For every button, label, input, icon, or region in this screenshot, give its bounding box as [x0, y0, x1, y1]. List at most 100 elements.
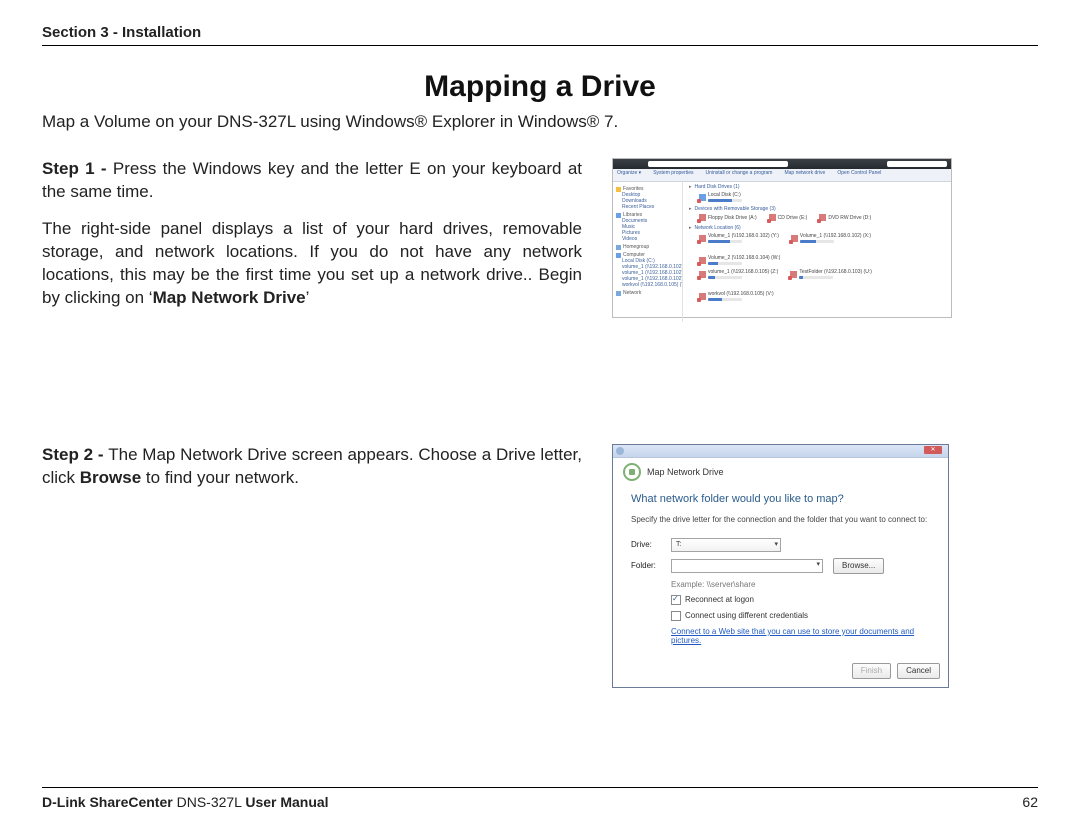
step-2-p1b: to find your network.	[141, 468, 299, 487]
drive-icon	[769, 214, 776, 221]
drive-icon	[699, 214, 706, 221]
drive-label: TestFolder (\\192.168.0.103) (U:)	[799, 269, 872, 275]
reconnect-label: Reconnect at logon	[685, 595, 754, 604]
drive-label: Volume_2 (\\192.168.0.104) (W:)	[708, 255, 780, 261]
map-drive-icon	[623, 463, 641, 481]
section-header: Section 3 - Installation	[42, 24, 1038, 46]
folder-input[interactable]	[671, 559, 823, 573]
explorer-address-bar[interactable]	[648, 161, 788, 167]
drive-icon	[819, 214, 826, 221]
dialog-question: What network folder would you like to ma…	[631, 493, 930, 505]
drive-label: volume_1 (\\192.168.0.105) (Z:)	[708, 269, 778, 275]
drive-label: Local Disk (C:)	[708, 192, 742, 198]
dialog-titlebar: ✕	[613, 445, 948, 458]
step-2-label: Step 2 -	[42, 445, 108, 464]
diff-cred-row[interactable]: Connect using different credentials	[671, 611, 930, 621]
footer-suffix: User Manual	[245, 794, 328, 810]
toolbar-map-network-drive[interactable]: Map network drive	[784, 170, 825, 180]
cancel-button[interactable]: Cancel	[897, 663, 940, 679]
finish-button[interactable]: Finish	[852, 663, 891, 679]
drive-item[interactable]: Volume_1 (\\192.168.0.102) (X:)	[791, 233, 871, 243]
drive-usage-bar	[708, 240, 742, 243]
explorer-nav-pane: Favorites Desktop Downloads Recent Place…	[613, 182, 683, 322]
cat-network[interactable]: Network Location (6)	[689, 225, 945, 231]
step-1-text: Step 1 - Press the Windows key and the l…	[42, 158, 582, 324]
browse-bold: Browse	[80, 468, 141, 487]
drive-item[interactable]: TestFolder (\\192.168.0.103) (U:)	[790, 269, 872, 279]
explorer-toolbar: Organize ▾ System properties Uninstall o…	[613, 169, 951, 182]
drive-item[interactable]: Local Disk (C:)	[699, 192, 742, 202]
toolbar-uninstall[interactable]: Uninstall or change a program	[705, 170, 772, 180]
drive-label: workvol (\\192.168.0.105) (V:)	[708, 291, 774, 297]
network-icon	[616, 291, 621, 296]
nav-computer-item[interactable]: workvol (\\192.168.0.105) (V:)	[622, 282, 679, 288]
drive-usage-bar	[708, 199, 742, 202]
drive-usage-bar	[800, 240, 834, 243]
footer-model: DNS-327L	[173, 794, 246, 810]
toolbar-sysprops[interactable]: System properties	[653, 170, 693, 180]
nav-favorites-item[interactable]: Recent Places	[622, 204, 679, 210]
step-2-row: Step 2 - The Map Network Drive screen ap…	[42, 444, 1038, 688]
drive-icon	[790, 271, 797, 278]
cat-hdd[interactable]: Hard Disk Drives (1)	[689, 184, 945, 190]
explorer-content-pane: Hard Disk Drives (1) Local Disk (C:) Dev…	[683, 182, 951, 322]
drive-icon	[699, 194, 706, 201]
drive-row: Drive: T:	[631, 538, 930, 552]
step-1-label: Step 1 -	[42, 159, 113, 178]
libraries-icon	[616, 213, 621, 218]
drive-usage-bar	[708, 276, 742, 279]
drive-item[interactable]: workvol (\\192.168.0.105) (V:)	[699, 291, 774, 301]
dialog-header: Map Network Drive	[613, 458, 948, 493]
reconnect-row[interactable]: Reconnect at logon	[671, 595, 930, 605]
drive-icon	[699, 293, 706, 300]
computer-icon	[616, 253, 621, 258]
step-2-text: Step 2 - The Map Network Drive screen ap…	[42, 444, 582, 504]
diff-cred-label: Connect using different credentials	[685, 611, 808, 620]
drive-usage-bar	[799, 276, 833, 279]
footer-brand: D-Link ShareCenter	[42, 794, 173, 810]
cat-removable[interactable]: Devices with Removable Storage (3)	[689, 206, 945, 212]
drive-label: DVD RW Drive (D:)	[828, 215, 871, 221]
toolbar-organize[interactable]: Organize ▾	[617, 170, 641, 180]
step-1-row: Step 1 - Press the Windows key and the l…	[42, 158, 1038, 324]
step-1-p2a: The right-side panel displays a list of …	[42, 219, 582, 307]
drive-label: Volume_1 (\\192.168.0.102) (X:)	[800, 233, 871, 239]
reconnect-checkbox[interactable]	[671, 595, 681, 605]
drive-label: Drive:	[631, 540, 661, 549]
step-1-p2b: ’	[306, 288, 310, 307]
browse-button[interactable]: Browse...	[833, 558, 884, 574]
drive-icon	[791, 235, 798, 242]
toolbar-control-panel[interactable]: Open Control Panel	[837, 170, 881, 180]
drive-icon	[699, 235, 706, 242]
drive-label: Volume_1 (\\192.168.0.102) (Y:)	[708, 233, 779, 239]
star-icon	[616, 187, 621, 192]
drive-item[interactable]: Volume_1 (\\192.168.0.102) (Y:)	[699, 233, 779, 243]
explorer-screenshot: Organize ▾ System properties Uninstall o…	[612, 158, 952, 318]
explorer-search-box[interactable]	[887, 161, 947, 167]
drive-item[interactable]: volume_1 (\\192.168.0.105) (Z:)	[699, 269, 778, 279]
drive-select[interactable]: T:	[671, 538, 781, 552]
close-button[interactable]: ✕	[924, 446, 942, 454]
explorer-titlebar	[613, 159, 951, 169]
drive-item[interactable]: DVD RW Drive (D:)	[819, 214, 871, 221]
connect-website-link[interactable]: Connect to a Web site that you can use t…	[671, 627, 930, 645]
nav-libraries-item[interactable]: Videos	[622, 236, 679, 242]
homegroup-icon	[616, 245, 621, 250]
dialog-hint: Specify the drive letter for the connect…	[631, 515, 930, 524]
drive-item[interactable]: Volume_2 (\\192.168.0.104) (W:)	[699, 255, 780, 265]
diff-cred-checkbox[interactable]	[671, 611, 681, 621]
page-title: Mapping a Drive	[42, 70, 1038, 104]
footer-left: D-Link ShareCenter DNS-327L User Manual	[42, 794, 329, 810]
dialog-header-title: Map Network Drive	[647, 467, 724, 477]
step-1-p1: Press the Windows key and the letter E o…	[42, 159, 582, 201]
drive-label: CD Drive (E:)	[778, 215, 808, 221]
drive-item[interactable]: CD Drive (E:)	[769, 214, 808, 221]
drive-label: Floppy Disk Drive (A:)	[708, 215, 757, 221]
drive-item[interactable]: Floppy Disk Drive (A:)	[699, 214, 757, 221]
back-button[interactable]	[616, 447, 624, 455]
nav-network[interactable]: Network	[616, 290, 679, 296]
drive-icon	[699, 271, 706, 278]
example-text: Example: \\server\share	[671, 580, 930, 589]
intro-text: Map a Volume on your DNS-327L using Wind…	[42, 112, 1038, 132]
nav-homegroup[interactable]: Homegroup	[616, 244, 679, 250]
